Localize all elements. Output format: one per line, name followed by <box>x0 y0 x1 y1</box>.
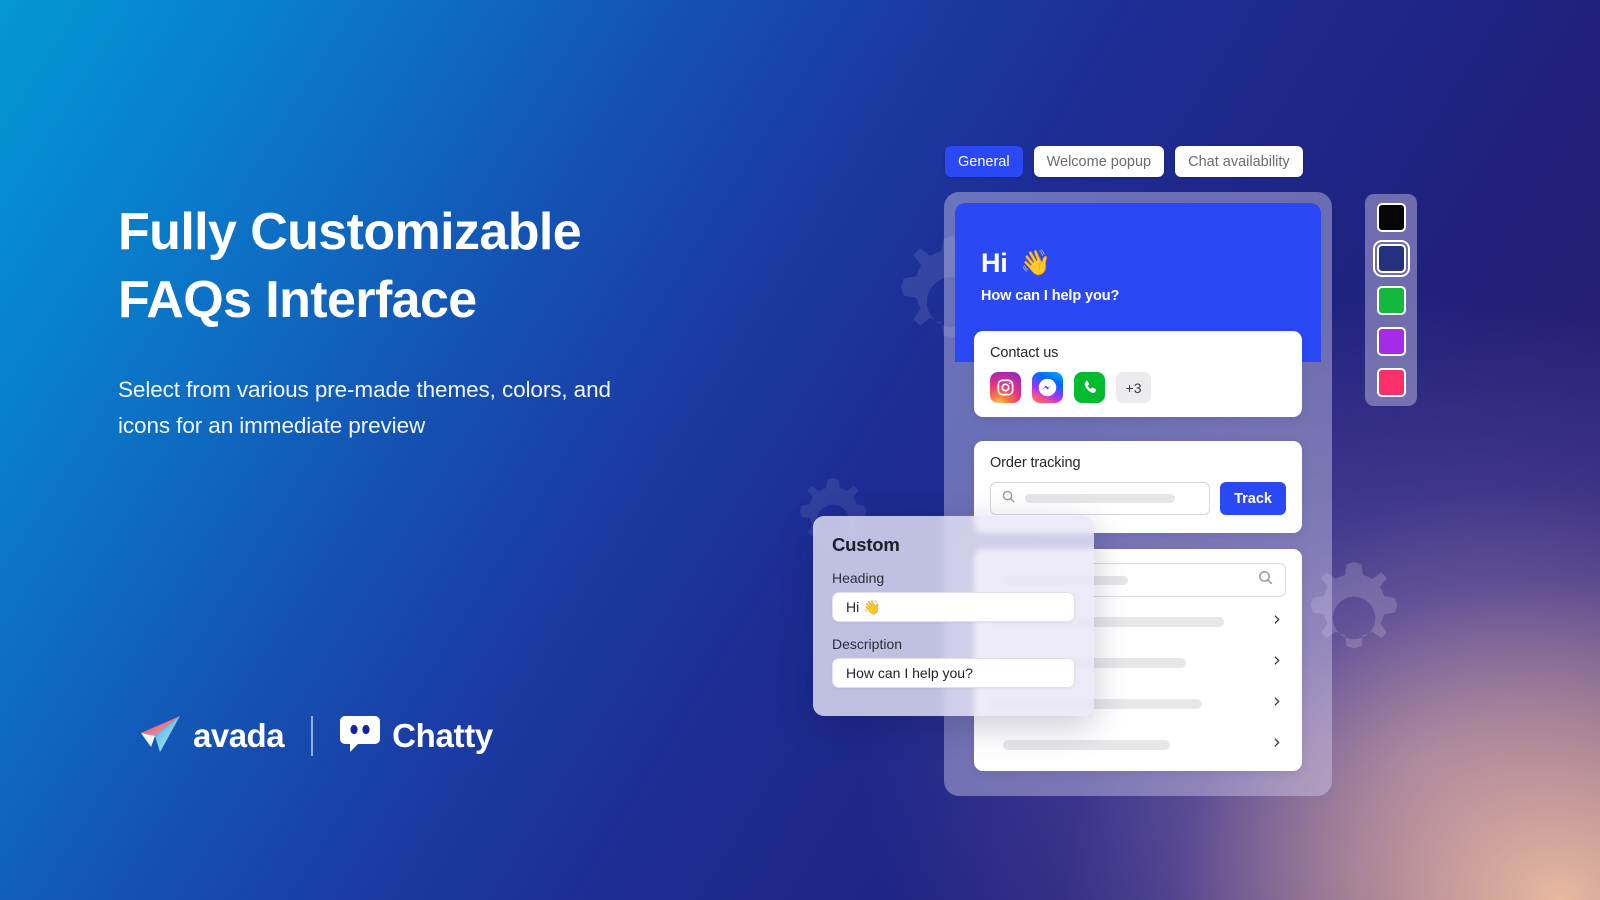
chevron-right-icon <box>1270 695 1283 713</box>
chevron-right-icon <box>1270 736 1283 754</box>
brand-lockup: avada Chatty <box>138 712 493 760</box>
custom-settings-panel: Custom Heading Hi 👋 Description How can … <box>813 516 1094 716</box>
track-button[interactable]: Track <box>1220 482 1286 515</box>
panel-title: Custom <box>832 534 900 555</box>
swatch-pink[interactable] <box>1376 368 1406 397</box>
brand-divider <box>311 716 314 756</box>
swatch-black[interactable] <box>1376 203 1406 232</box>
instagram-icon[interactable] <box>990 372 1021 403</box>
search-icon <box>1001 489 1016 509</box>
widget-subtitle: How can I help you? <box>981 288 1120 304</box>
contact-us-title: Contact us <box>990 345 1059 361</box>
heading-field-label: Heading <box>832 570 885 586</box>
description-field[interactable]: How can I help you? <box>832 658 1075 688</box>
order-number-input[interactable] <box>990 482 1211 515</box>
chatty-wordmark: Chatty <box>392 717 493 754</box>
tab-welcome-popup[interactable]: Welcome popup <box>1033 146 1165 177</box>
contact-us-card: Contact us +3 <box>974 331 1302 417</box>
chevron-right-icon <box>1270 613 1283 631</box>
messenger-icon[interactable] <box>1032 372 1063 403</box>
contact-channel-list: +3 <box>990 372 1286 403</box>
avada-logo: avada <box>138 714 285 759</box>
order-tracking-row: Track <box>990 482 1286 515</box>
greeting-text: Hi <box>981 248 1008 278</box>
headline-line-2: FAQs Interface <box>118 271 477 330</box>
chevron-right-icon <box>1270 654 1283 672</box>
promo-banner: Fully Customizable FAQs Interface Select… <box>0 0 1600 900</box>
avada-wordmark: avada <box>193 717 285 754</box>
input-placeholder-bar <box>1025 494 1175 503</box>
paper-plane-icon <box>138 714 182 759</box>
wave-hand-icon: 👋 <box>1020 249 1052 277</box>
settings-tabs: General Welcome popup Chat availability <box>945 146 1303 177</box>
tab-chat-availability[interactable]: Chat availability <box>1175 146 1303 177</box>
swatch-purple[interactable] <box>1376 326 1406 356</box>
page-title: Fully Customizable FAQs Interface <box>118 198 758 334</box>
faq-question-bar <box>1003 739 1170 750</box>
search-icon <box>1257 569 1274 591</box>
heading-field[interactable]: Hi 👋 <box>832 592 1075 622</box>
chatty-logo: Chatty <box>340 715 493 757</box>
description-field-label: Description <box>832 636 903 652</box>
swatch-green[interactable] <box>1376 285 1406 315</box>
hero-subcopy: Select from various pre-made themes, col… <box>118 377 611 439</box>
widget-greeting: Hi 👋 <box>981 248 1321 279</box>
headline-line-1: Fully Customizable <box>118 203 582 261</box>
color-swatch-panel <box>1365 194 1417 406</box>
order-tracking-title: Order tracking <box>990 455 1081 471</box>
list-item[interactable] <box>990 724 1286 765</box>
tab-general[interactable]: General <box>945 146 1023 177</box>
swatch-navy[interactable] <box>1372 239 1410 278</box>
phone-icon[interactable] <box>1074 372 1105 403</box>
more-channels-badge[interactable]: +3 <box>1116 372 1151 403</box>
chat-bubble-icon <box>340 715 381 757</box>
